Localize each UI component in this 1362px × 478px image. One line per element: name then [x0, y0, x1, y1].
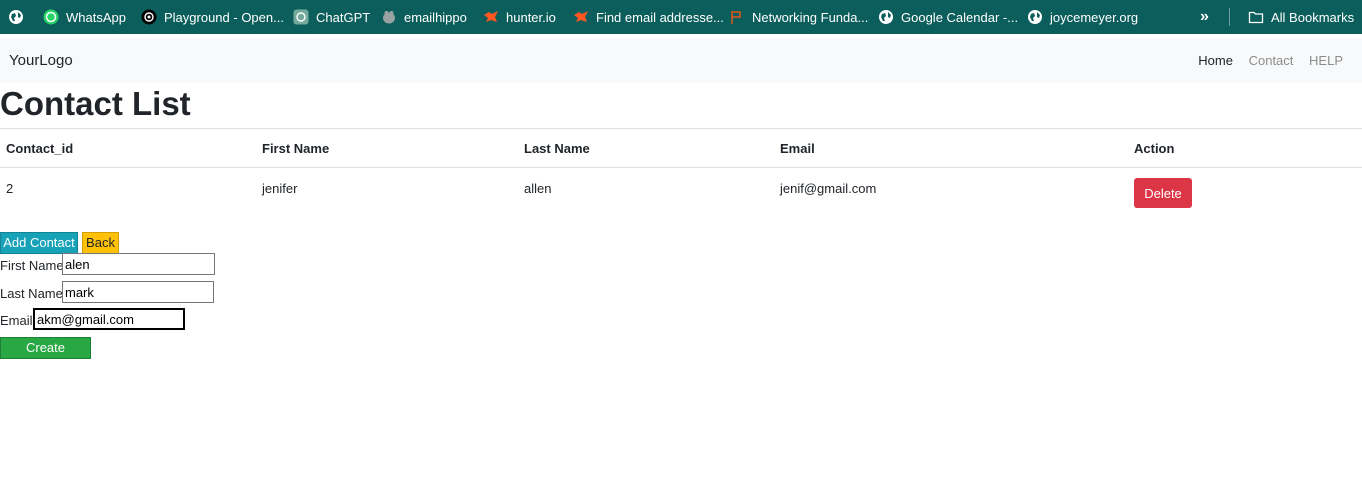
- nav-links: Home Contact HELP: [1186, 38, 1343, 83]
- bookmark-whatsapp[interactable]: WhatsApp: [43, 0, 126, 34]
- hunter-fox-icon: [573, 9, 589, 25]
- nav-link-home[interactable]: Home: [1198, 53, 1233, 68]
- hunter-fox-icon: [483, 9, 499, 25]
- bookmark-label: emailhippo: [404, 9, 467, 25]
- nav-link-contact[interactable]: Contact: [1249, 53, 1294, 68]
- delete-button[interactable]: Delete: [1134, 178, 1192, 208]
- bookmark-find-email[interactable]: Find email addresse...: [573, 0, 724, 34]
- cell-last-name: allen: [524, 181, 552, 196]
- globe-icon: [8, 9, 24, 25]
- bookmark-label: Playground - Open...: [164, 9, 284, 25]
- bookmark-chatgpt[interactable]: ChatGPT: [293, 0, 370, 34]
- bookmark-label: WhatsApp: [66, 9, 126, 25]
- last-name-input[interactable]: [62, 281, 214, 303]
- column-header-last-name: Last Name: [518, 128, 774, 168]
- bookmark-label: Google Calendar -...: [901, 9, 1019, 25]
- create-contact-button[interactable]: Create Contact: [0, 337, 91, 375]
- contacts-table: Contact_id First Name Last Name Email Ac…: [0, 128, 1362, 227]
- bookmark-label: Networking Funda...: [752, 9, 869, 25]
- bookmarks-divider: [1229, 8, 1230, 26]
- back-button[interactable]: Back: [82, 232, 119, 254]
- openai-icon: [141, 9, 157, 25]
- bookmark-joycemeyer[interactable]: joycemeyer.org: [1027, 0, 1138, 34]
- navbar: YourLogo Home Contact HELP: [0, 38, 1362, 83]
- cell-contact-id: 2: [6, 181, 14, 196]
- bookmark-playground[interactable]: Playground - Open...: [141, 0, 284, 34]
- cell-action: Delete: [1128, 168, 1362, 228]
- whatsapp-icon: [43, 9, 59, 25]
- bookmark-networking[interactable]: Networking Funda...: [729, 0, 868, 34]
- bookmark-label: Find email addresse...: [596, 9, 724, 25]
- more-bookmarks-chevron-icon[interactable]: »: [1200, 0, 1209, 34]
- globe-icon: [1027, 9, 1043, 25]
- table-row: 2 jenifer allen jenif@gmail.com Delete: [0, 168, 1362, 228]
- add-contact-button[interactable]: Add Contact: [0, 232, 78, 254]
- column-header-first-name: First Name: [256, 128, 518, 168]
- nav-link-help[interactable]: HELP: [1309, 53, 1343, 68]
- bookmark-label: hunter.io: [506, 9, 556, 25]
- cell-first-name: jenifer: [262, 181, 298, 196]
- chatgpt-icon: [293, 9, 309, 25]
- page-title: Contact List: [0, 85, 191, 122]
- cell-email: jenif@gmail.com: [780, 181, 877, 196]
- bookmarks-bar: WhatsApp Playground - Open... ChatGPT em…: [0, 0, 1362, 34]
- table-header-row: Contact_id First Name Last Name Email Ac…: [0, 128, 1362, 168]
- bookmark-label: joycemeyer.org: [1050, 9, 1139, 25]
- column-header-email: Email: [774, 128, 1128, 168]
- bookmark-label: ChatGPT: [316, 9, 371, 25]
- first-name-label: First Name:: [0, 258, 68, 273]
- bookmark-emailhippo[interactable]: emailhippo: [381, 0, 467, 34]
- bookmark-google-calendar[interactable]: Google Calendar -...: [878, 0, 1018, 34]
- bookmark-hunter[interactable]: hunter.io: [483, 0, 556, 34]
- last-name-label: Last Name:: [0, 286, 67, 301]
- all-bookmarks-button[interactable]: All Bookmarks: [1248, 0, 1354, 34]
- column-header-action: Action: [1128, 128, 1362, 168]
- bookmark-globe[interactable]: [8, 0, 31, 34]
- first-name-input[interactable]: [62, 253, 215, 275]
- all-bookmarks-label: All Bookmarks: [1271, 9, 1355, 25]
- email-input[interactable]: [33, 308, 185, 330]
- brand-logo[interactable]: YourLogo: [9, 38, 73, 83]
- flag-icon: [729, 9, 745, 25]
- globe-icon: [878, 9, 894, 25]
- column-header-contact-id: Contact_id: [0, 128, 256, 168]
- hippo-icon: [381, 9, 397, 25]
- email-label: Email:: [0, 313, 37, 328]
- folder-icon: [1248, 9, 1264, 25]
